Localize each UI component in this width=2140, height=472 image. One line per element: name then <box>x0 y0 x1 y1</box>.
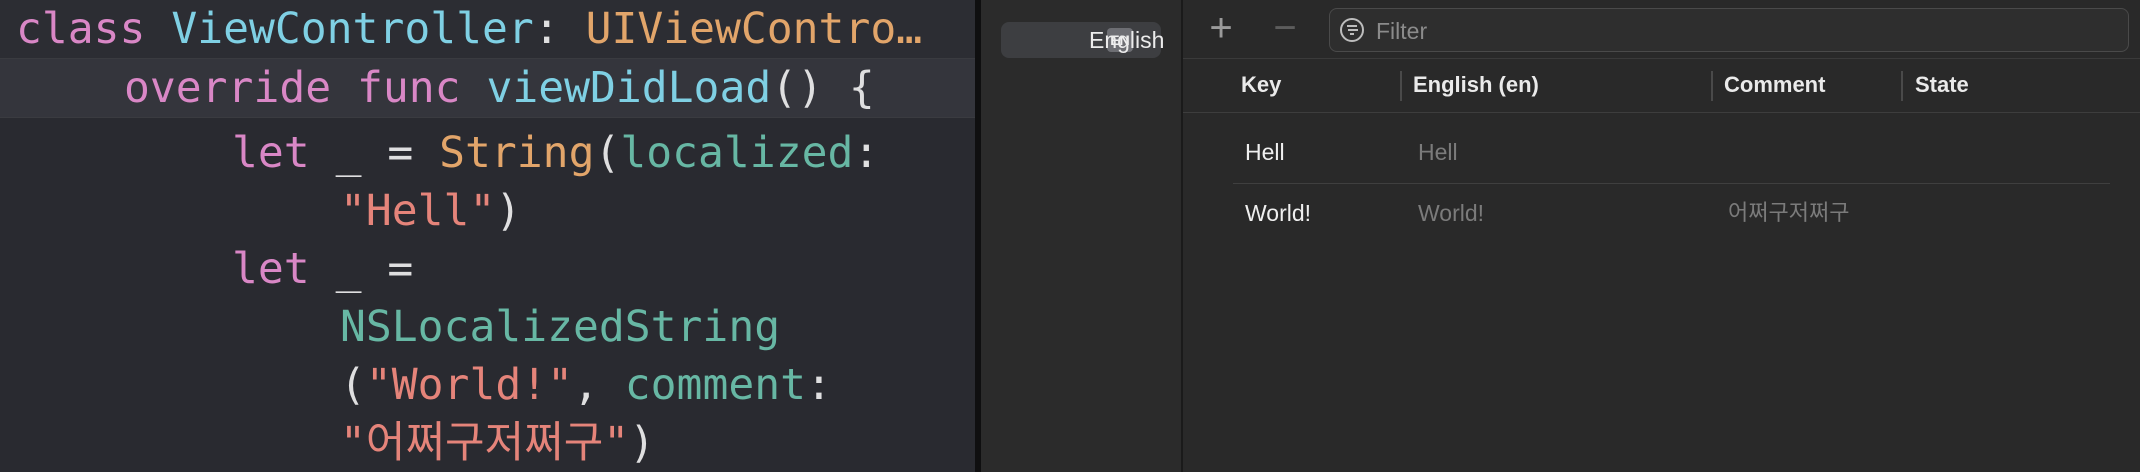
xcode-window: class ViewController: UIViewContro… over… <box>0 0 2140 472</box>
string-catalog: + − Key English (en) Comment State Hell … <box>1183 0 2140 472</box>
superclass-name: UIViewContro… <box>585 4 923 54</box>
column-separator[interactable] <box>1400 71 1402 101</box>
language-sidebar: EN English <box>981 0 1183 472</box>
table-row[interactable]: World! World! 어쩌구저쩌구 <box>1183 183 2140 243</box>
add-button[interactable]: + <box>1203 8 1239 48</box>
equals: = <box>387 244 414 294</box>
column-header-key[interactable]: Key <box>1241 58 1281 112</box>
row-value[interactable]: World! <box>1418 183 1484 243</box>
string-literal: "Hell" <box>340 186 496 236</box>
colon: : <box>533 4 560 54</box>
colon: : <box>853 128 880 178</box>
code-line: "Hell") <box>340 182 521 240</box>
string-literal: "World!" <box>365 360 573 410</box>
column-header-state[interactable]: State <box>1915 58 1969 112</box>
language-label: English <box>1089 27 1165 53</box>
underscore: _ <box>335 244 362 294</box>
keyword-let: let <box>232 128 310 178</box>
column-separator[interactable] <box>1711 71 1713 101</box>
column-header-comment[interactable]: Comment <box>1724 58 1825 112</box>
sticky-header-func[interactable]: override func viewDidLoad() { <box>0 59 975 118</box>
code-line: let _ = String(localized: <box>232 124 879 182</box>
column-header-english[interactable]: English (en) <box>1413 58 1539 112</box>
code-line: ("World!", comment: <box>340 356 832 414</box>
filter-field[interactable] <box>1329 8 2129 53</box>
comma: , <box>573 360 599 410</box>
filter-input[interactable] <box>1374 9 2118 53</box>
close-paren: ) <box>629 418 656 468</box>
filter-icon <box>1340 18 1364 42</box>
underscore: _ <box>335 128 362 178</box>
keyword-class: class <box>16 4 146 54</box>
table-row[interactable]: Hell Hell <box>1183 122 2140 182</box>
close-paren: ) <box>495 186 522 236</box>
column-separator[interactable] <box>1901 71 1903 101</box>
colon: : <box>806 360 832 410</box>
keyword-override: override <box>124 63 332 113</box>
function-name: viewDidLoad <box>486 63 772 113</box>
catalog-toolbar: + − <box>1183 0 2140 59</box>
open-brace: { <box>848 63 875 113</box>
arg-label: comment <box>624 360 806 410</box>
keyword-let: let <box>232 244 310 294</box>
sticky-header-class[interactable]: class ViewController: UIViewContro… <box>0 0 975 59</box>
row-key[interactable]: World! <box>1245 183 1311 243</box>
row-value[interactable]: Hell <box>1418 122 1458 182</box>
language-item-english[interactable]: EN English <box>1001 22 1165 58</box>
code-line: "어쩌구저쩌구") <box>340 414 655 472</box>
class-name: ViewController <box>171 4 534 54</box>
row-key[interactable]: Hell <box>1245 122 1285 182</box>
remove-button[interactable]: − <box>1267 8 1303 48</box>
type-string: String <box>439 128 595 178</box>
code-line: let _ = <box>232 240 413 298</box>
open-paren: ( <box>594 128 621 178</box>
keyword-func: func <box>357 63 461 113</box>
code-editor[interactable]: class ViewController: UIViewContro… over… <box>0 0 975 472</box>
equals: = <box>387 128 414 178</box>
arg-label: localized <box>620 128 854 178</box>
parens: () <box>771 63 824 113</box>
code-line: NSLocalizedString <box>340 298 780 356</box>
row-comment[interactable]: 어쩌구저쩌구 <box>1728 183 1849 243</box>
function-call: NSLocalizedString <box>340 302 781 352</box>
string-literal: "어쩌구저쩌구" <box>340 418 630 468</box>
table-header: Key English (en) Comment State <box>1183 58 2140 113</box>
open-paren: ( <box>340 360 366 410</box>
